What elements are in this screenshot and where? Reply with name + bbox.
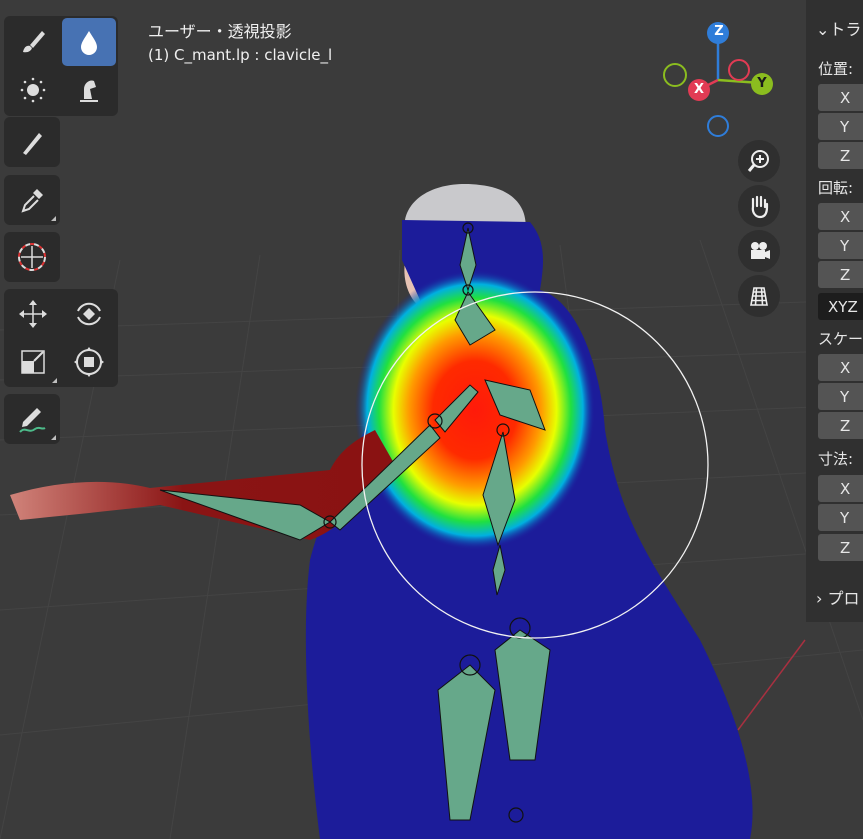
camera-view-button[interactable] (738, 230, 780, 272)
zoom-icon (747, 150, 769, 172)
hand-icon (751, 195, 769, 219)
transform-panel-header[interactable]: ⌄トラ (816, 16, 861, 40)
cursor-button[interactable] (5, 233, 59, 281)
scale-y-field[interactable]: Y (818, 383, 863, 410)
neg-y-axis-ball[interactable] (663, 63, 687, 87)
draw-brush-button[interactable] (6, 18, 60, 66)
scale-icon (21, 350, 45, 374)
tool-group-cursor (4, 232, 60, 282)
rotation-x-field[interactable]: X (818, 203, 863, 230)
annotate-button[interactable] (5, 395, 59, 443)
tool-group-sample (4, 175, 60, 225)
blur-button[interactable] (6, 66, 60, 114)
dimensions-y-field[interactable]: Y (818, 504, 863, 531)
ortho-toggle-button[interactable] (738, 275, 780, 317)
pan-button[interactable] (738, 185, 780, 227)
weight-drop-button[interactable] (62, 18, 116, 66)
scale-z-field[interactable]: Z (818, 412, 863, 439)
rotation-z-field[interactable]: Z (818, 261, 863, 288)
camera-icon (751, 242, 770, 259)
neg-x-axis-ball[interactable] (728, 59, 750, 81)
rotation-mode-select[interactable]: XYZ (818, 293, 863, 320)
blur-icon (20, 77, 46, 103)
tool-group-transform (4, 289, 118, 387)
properties-panel-header[interactable]: › プロ (816, 585, 860, 609)
smear-icon (80, 80, 98, 102)
sample-button[interactable] (5, 176, 59, 224)
gizmo-z-label: Z (714, 24, 724, 39)
rotation-y-field[interactable]: Y (818, 232, 863, 259)
move-button[interactable] (6, 290, 60, 338)
scale-button[interactable] (6, 338, 60, 386)
tool-group-gradient (4, 117, 60, 167)
zoom-button[interactable] (738, 140, 780, 182)
move-icon (19, 300, 47, 328)
gradient-icon (23, 133, 42, 155)
gizmo-y-label: Y (757, 76, 767, 91)
drop-icon (81, 31, 97, 55)
scale-x-field[interactable]: X (818, 354, 863, 381)
chevron-down-icon: ⌄ (816, 20, 830, 39)
viewport-title: ユーザー・透視投影 (148, 22, 292, 41)
tool-group-annotate (4, 394, 60, 444)
location-y-field[interactable]: Y (818, 113, 863, 140)
transform-icon (74, 347, 104, 377)
rotation-label: 回転: (818, 179, 854, 197)
brush-icon (23, 31, 45, 53)
annotate-icon (19, 408, 46, 433)
dimensions-x-field[interactable]: X (818, 475, 863, 502)
3d-viewport[interactable]: ユーザー・透視投影 (1) C_mant.lp : clavicle_l Z X… (0, 0, 863, 839)
grid-icon (750, 287, 768, 306)
transform-button[interactable] (62, 338, 116, 386)
location-label: 位置: (818, 60, 854, 78)
active-object-info: (1) C_mant.lp : clavicle_l (148, 46, 333, 64)
neg-z-axis-ball[interactable] (707, 115, 729, 137)
rotate-button[interactable] (62, 290, 116, 338)
scale-label: スケー (818, 330, 863, 348)
gizmo-x-label: X (693, 82, 705, 97)
dimensions-label: 寸法: (818, 450, 854, 468)
rotate-icon (77, 302, 101, 326)
location-z-field[interactable]: Z (818, 142, 863, 169)
tool-group-paint (4, 16, 118, 116)
sidebar-n-panel: ⌄トラ 位置: X Y Z 回転: X Y Z XYZ スケー X Y Z 寸法… (806, 0, 863, 839)
dimensions-z-field[interactable]: Z (818, 534, 863, 561)
smear-button[interactable] (62, 66, 116, 114)
gradient-button[interactable] (5, 118, 59, 166)
location-x-field[interactable]: X (818, 84, 863, 111)
chevron-right-icon: › (816, 589, 823, 608)
eyedropper-icon (21, 189, 43, 213)
cursor-icon (18, 243, 46, 271)
